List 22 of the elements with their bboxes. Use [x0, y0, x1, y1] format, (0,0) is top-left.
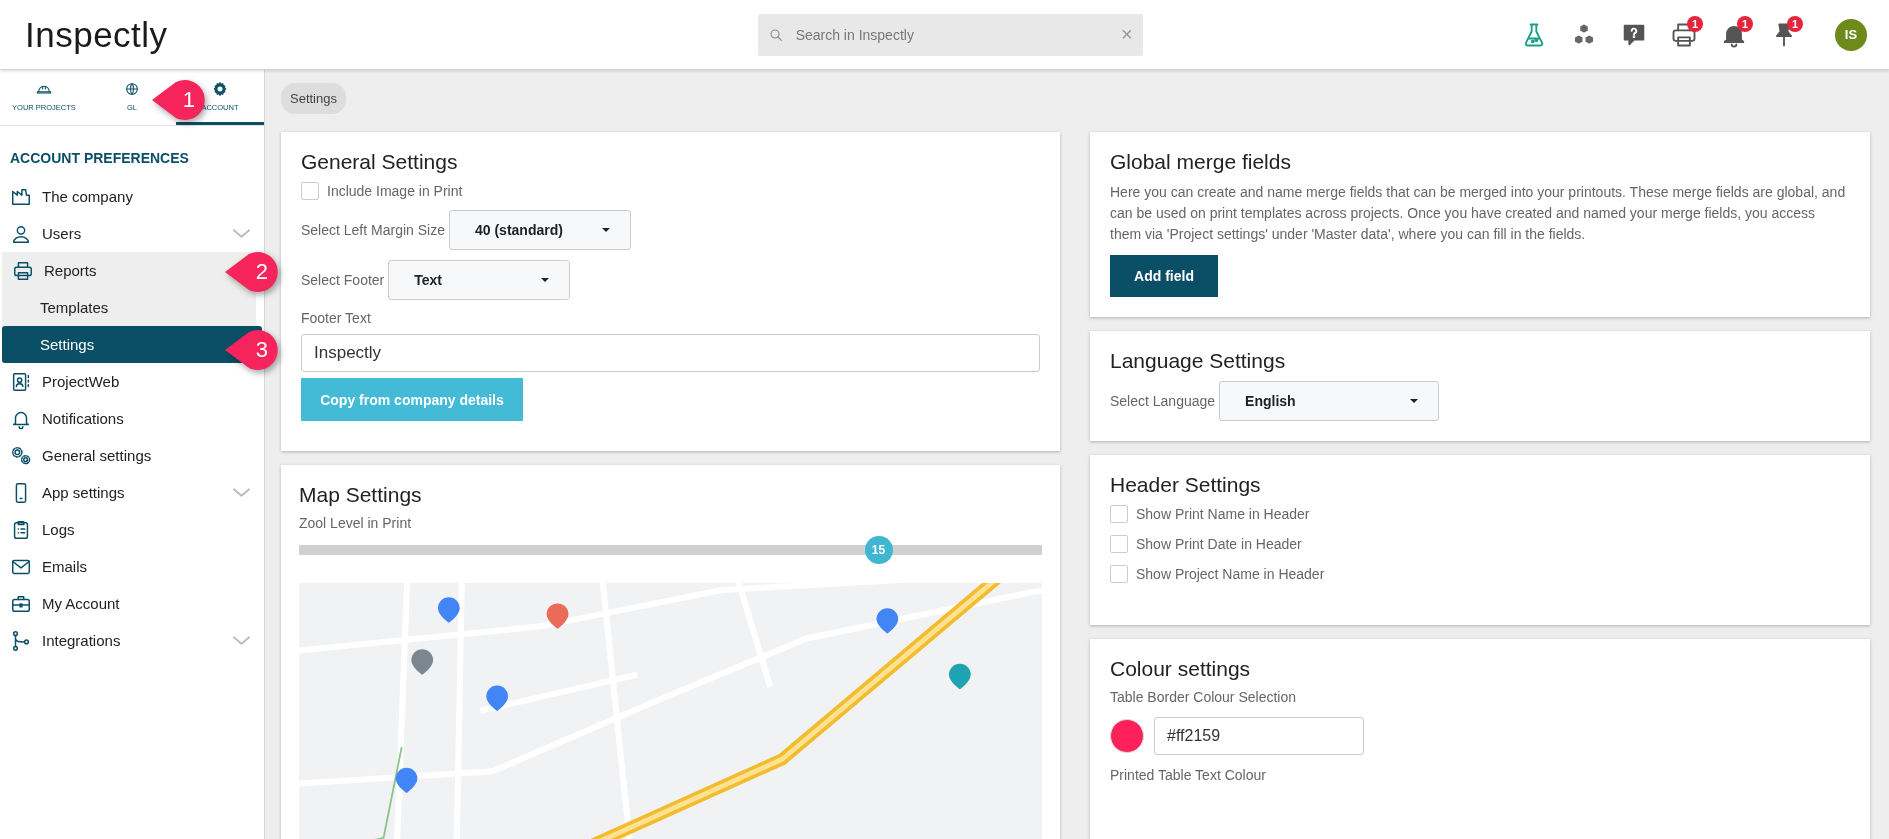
description-text: Here you can create and name merge fields that can be merged into your printouts. These merge fields are global, and can be used on print templates across projects. Once you have created and named your merge fields, you access them via 'Project settings' under 'Master data', where you can fill in the fields.: [1110, 183, 1847, 244]
checkbox-label: Show Print Name in Header: [1136, 506, 1310, 522]
field-label: Select Left Margin Size: [301, 222, 445, 238]
notification-badge: 1: [1687, 15, 1703, 32]
notification-badge: 1: [1787, 15, 1803, 32]
field-label: Table Border Colour Selection: [1110, 689, 1297, 705]
card-title: Global merge fields: [1110, 150, 1292, 174]
field-label: Printed Table Text Colour: [1110, 767, 1267, 783]
card-title: Language Settings: [1110, 349, 1287, 373]
notification-badge: 1: [1737, 15, 1753, 32]
card-title: General Settings: [301, 150, 459, 174]
field-label: Select Language: [1110, 393, 1216, 409]
section-heading: ACCOUNT PREFERENCES: [9, 149, 190, 168]
checkbox-label: Include Image in Print: [327, 183, 463, 199]
field-label: Zool Level in Print: [299, 515, 413, 531]
checkbox-label: Show Print Date in Header: [1136, 536, 1302, 552]
card-title: Map Settings: [299, 483, 423, 507]
field-label: Footer Text: [301, 310, 372, 326]
card-title: Header Settings: [1110, 473, 1262, 497]
checkbox-label: Show Project Name in Header: [1136, 566, 1325, 582]
card-title: Colour settings: [1110, 657, 1252, 681]
field-label: Select Footer: [301, 272, 385, 288]
